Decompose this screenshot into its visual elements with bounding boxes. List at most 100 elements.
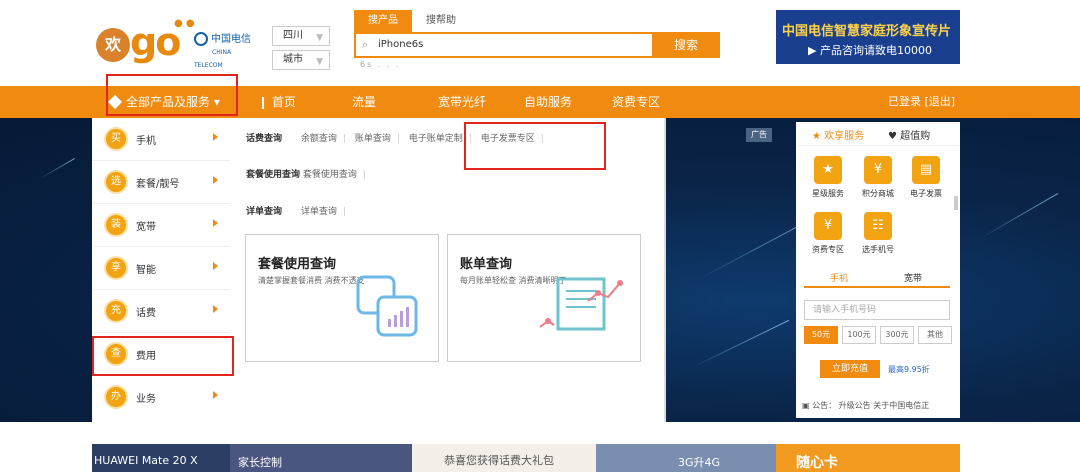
bottom-ad-gift[interactable]: 恭喜您获得话费大礼包	[412, 444, 596, 472]
amount-300[interactable]: 300元	[880, 326, 914, 344]
china-telecom-logo: 中国电信 CHINA TELECOM	[194, 32, 256, 72]
amount-50[interactable]: 50元	[804, 326, 838, 344]
card-plan-usage[interactable]: 套餐使用查询 清楚掌握套餐消费 消费不透支	[245, 234, 439, 362]
highlight-box-fees	[92, 336, 234, 376]
link-ebill-custom[interactable]: 电子账单定制	[409, 134, 463, 144]
nav-link-home-label: 首页	[271, 95, 296, 109]
search-icon: ⌕	[362, 38, 369, 51]
hot-keywords[interactable]: 6s . . .	[360, 60, 401, 69]
link-balance-query[interactable]: 余额查询	[301, 134, 337, 144]
usage-chart-icon	[356, 275, 418, 337]
service-pick-number[interactable]: ☷ 选手机号	[858, 212, 898, 255]
category-label: 套餐/靓号	[136, 179, 180, 190]
header-banner-ad[interactable]: 中国电信智慧家庭形象宣传片 ▶ 产品咨询请致电10000	[776, 10, 960, 64]
service-points-mall[interactable]: ¥ 积分商城	[858, 156, 898, 199]
bottom-ad-text: 3G升4G	[678, 456, 721, 469]
phone-number-input[interactable]: 请输入手机号码	[804, 300, 950, 320]
service-star[interactable]: ★ 星级服务	[808, 156, 848, 199]
bottom-ad-huawei[interactable]: HUAWEI Mate 20 X	[92, 444, 230, 472]
tab-deals[interactable]: ♥ 超值购	[888, 127, 930, 142]
select-icon: 选	[104, 170, 128, 194]
bottom-ad-parental[interactable]: 家长控制	[230, 444, 412, 472]
category-label: 手机	[136, 136, 156, 147]
recharge-tabs: 手机 宽带	[804, 268, 950, 288]
category-item-business[interactable]: 办 业务	[92, 376, 230, 419]
category-label: 话费	[136, 308, 156, 319]
flyout-row-detail: 详单查询 详单查询 |	[246, 207, 346, 217]
nav-link-self-service[interactable]: 自助服务	[524, 86, 572, 118]
service-label: 电子发票	[910, 189, 942, 198]
nav-link-tariff[interactable]: 资费专区	[612, 86, 660, 118]
handle-icon: 办	[104, 385, 128, 409]
bill-scroll-icon	[539, 277, 623, 331]
bottom-ad-text: HUAWEI Mate 20 X	[94, 454, 198, 467]
logout-link[interactable]: [退出]	[925, 95, 956, 108]
flyout-heading: 话费查询	[246, 134, 283, 144]
site-logo[interactable]: 欢 go ● ● 中国电信 CHINA TELECOM	[96, 18, 256, 69]
light-streak	[689, 319, 790, 369]
link-bill-query[interactable]: 账单查询	[355, 134, 391, 144]
category-label: 宽带	[136, 222, 156, 233]
amount-other[interactable]: 其他	[918, 326, 952, 344]
light-streak	[979, 193, 1059, 239]
amount-100[interactable]: 100元	[842, 326, 876, 344]
chevron-right-icon	[213, 305, 218, 313]
telecom-name-cn: 中国电信	[211, 34, 251, 45]
chevron-down-icon: ▼	[316, 57, 323, 67]
enjoy-icon: 享	[104, 256, 128, 280]
bottom-ad-card[interactable]: 随心卡	[776, 444, 960, 472]
tab-recharge-broadband[interactable]: 宽带	[878, 271, 948, 284]
search-input[interactable]: ⌕ iPhone6s	[354, 32, 658, 58]
category-item-smart[interactable]: 享 智能	[92, 247, 230, 290]
buy-icon: 买	[104, 127, 128, 151]
service-tariff[interactable]: ¥ 资费专区	[808, 212, 848, 255]
nav-link-data[interactable]: 流量	[352, 86, 376, 118]
chevron-right-icon	[213, 176, 218, 184]
service-tabs: ★ 欢享服务 ♥ 超值购	[796, 122, 960, 146]
yen-icon: ¥	[814, 212, 842, 240]
tab-recharge-mobile[interactable]: 手机	[804, 271, 874, 284]
tab-search-help[interactable]: 搜帮助	[412, 10, 470, 32]
category-item-broadband[interactable]: 装 宽带	[92, 204, 230, 247]
china-telecom-icon	[194, 32, 208, 46]
service-label: 积分商城	[862, 189, 894, 198]
page: 欢 go ● ● 中国电信 CHINA TELECOM 四川 ▼ 城市 ▼ 搜产…	[0, 0, 1080, 472]
service-einvoice[interactable]: ▤ 电子发票	[906, 156, 946, 199]
chevron-right-icon	[213, 262, 218, 270]
logo-dots: ● ●	[174, 18, 195, 29]
recharge-icon: 充	[104, 299, 128, 323]
card-bill-query[interactable]: 账单查询 每月账单轻松查 消费清晰明了	[447, 234, 641, 362]
notice-icon: ▣	[802, 401, 813, 410]
city-select[interactable]: 城市 ▼	[272, 50, 330, 70]
panel-scroll-handle[interactable]	[954, 196, 958, 210]
service-label: 选手机号	[862, 245, 894, 254]
link-detail-query[interactable]: 详单查询	[301, 207, 337, 217]
link-plan-usage[interactable]: 套餐使用查询	[303, 170, 357, 180]
recharge-now-button[interactable]: 立即充值	[820, 360, 880, 378]
nav-link-home[interactable]: ❙ 首页	[258, 86, 296, 118]
category-item-plan[interactable]: 选 套餐/靓号	[92, 161, 230, 204]
chevron-right-icon	[213, 219, 218, 227]
banner-ad-title: 中国电信智慧家庭形象宣传片	[782, 24, 952, 39]
card-title: 账单查询	[460, 257, 513, 272]
nav-link-broadband[interactable]: 宽带光纤	[438, 86, 486, 118]
star-icon: ★	[814, 156, 842, 184]
tab-search-products[interactable]: 搜产品	[354, 10, 412, 32]
bottom-ad-text: 随心卡	[796, 455, 838, 471]
tab-deals-label: 超值购	[900, 131, 931, 142]
category-item-phone[interactable]: 买 手机	[92, 118, 230, 161]
coins-icon: ¥	[864, 156, 892, 184]
tab-services[interactable]: ★ 欢享服务	[812, 127, 864, 142]
ad-label: 广告	[746, 128, 772, 142]
search-button[interactable]: 搜索	[652, 32, 720, 58]
flyout-row-plan-usage: 套餐使用查询 套餐使用查询 |	[246, 170, 366, 180]
discount-link[interactable]: 最高9.95折	[888, 364, 930, 375]
bottom-ad-4g[interactable]: 3G升4G	[596, 444, 776, 472]
notice-bar[interactable]: ▣ 公告： 升级公告 关于中国电信正	[802, 400, 929, 411]
bottom-ad-text: 恭喜您获得话费大礼包	[444, 454, 554, 467]
category-item-recharge[interactable]: 充 话费	[92, 290, 230, 333]
category-label: 智能	[136, 265, 156, 276]
logged-in-label: 已登录	[888, 95, 921, 108]
province-select[interactable]: 四川 ▼	[272, 26, 330, 46]
logo-huan-badge: 欢	[96, 28, 130, 62]
